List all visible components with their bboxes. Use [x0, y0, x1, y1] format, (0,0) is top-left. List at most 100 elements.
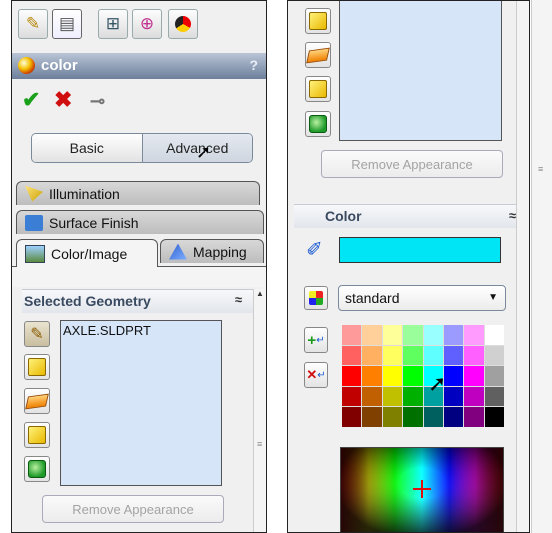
collapse-chevron-icon[interactable]: ≈: [509, 208, 516, 223]
swatch[interactable]: [382, 407, 403, 427]
collapse-chevron-icon[interactable]: ≈: [235, 292, 242, 307]
swatch[interactable]: [382, 386, 403, 407]
pushpin-icon[interactable]: ⊸: [90, 91, 105, 112]
add-swatch-icon[interactable]: + ↵: [304, 327, 328, 353]
help-icon[interactable]: ?: [249, 57, 258, 73]
palette-icon[interactable]: [304, 286, 328, 310]
scroll-grip-icon[interactable]: ≡: [538, 164, 543, 174]
selected-geometry-list[interactable]: AXLE.SLDPRT: [60, 320, 222, 486]
color-group-title: Color: [325, 208, 362, 224]
swatch[interactable]: [362, 325, 382, 345]
tab-illumination[interactable]: Illumination: [16, 181, 260, 205]
tab-color-image-label: Color/Image: [51, 245, 128, 262]
select-body-icon[interactable]: [24, 354, 50, 380]
swatch[interactable]: [403, 345, 423, 366]
basic-button[interactable]: Basic: [32, 134, 142, 162]
swatch[interactable]: [342, 407, 362, 427]
list-item[interactable]: AXLE.SLDPRT: [63, 323, 151, 338]
crosshair-icon[interactable]: [413, 480, 431, 498]
swatch[interactable]: [342, 386, 362, 407]
selected-geometry-header[interactable]: Selected Geometry ≈: [22, 289, 260, 313]
swatch[interactable]: [443, 407, 464, 427]
tab-content-area: [12, 266, 266, 287]
window-scrollbar[interactable]: ≡: [531, 0, 552, 533]
scroll-up-icon[interactable]: ▲: [256, 289, 264, 298]
x-icon[interactable]: ✖: [54, 87, 72, 113]
swatch[interactable]: [464, 407, 484, 427]
palette-select-value: standard: [345, 290, 400, 306]
mapping-icon: [169, 243, 187, 260]
display-manager-icon[interactable]: [168, 9, 198, 39]
property-manager-icon[interactable]: ▤: [52, 9, 82, 39]
select-component-icon[interactable]: [24, 456, 50, 482]
tab-color-image[interactable]: Color/Image: [16, 239, 158, 267]
swatch[interactable]: [443, 386, 464, 407]
select-face-icon[interactable]: [305, 42, 331, 68]
color-spectrum-picker[interactable]: [340, 447, 504, 532]
swatch[interactable]: [403, 366, 423, 386]
swatch[interactable]: [484, 366, 504, 386]
selected-geometry-list-continued[interactable]: [339, 1, 502, 141]
swatch[interactable]: [342, 325, 362, 345]
current-color-swatch[interactable]: [339, 237, 501, 263]
swatch[interactable]: [464, 325, 484, 345]
feature-manager-icon[interactable]: ✎: [18, 9, 48, 39]
swatch[interactable]: [362, 407, 382, 427]
swatch[interactable]: [403, 386, 423, 407]
right-panel-scrollbar[interactable]: [516, 1, 529, 532]
select-body-icon[interactable]: [305, 8, 331, 34]
swatch[interactable]: [464, 366, 484, 386]
swatch[interactable]: [342, 366, 362, 386]
remove-swatch-icon[interactable]: ✕ ↵: [304, 362, 328, 388]
swatch[interactable]: [423, 407, 443, 427]
swatch[interactable]: [403, 325, 423, 345]
swatch[interactable]: [484, 345, 504, 366]
eyedropper-icon[interactable]: ✐: [306, 237, 323, 262]
tab-illumination-label: Illumination: [49, 185, 120, 202]
select-component-icon[interactable]: [305, 111, 331, 137]
tab-surface-finish-label: Surface Finish: [49, 214, 139, 231]
swatch[interactable]: [423, 345, 443, 366]
dimxpert-manager-icon[interactable]: ⊕: [132, 9, 162, 39]
configuration-manager-icon[interactable]: ⊞: [98, 9, 128, 39]
swatch[interactable]: [484, 386, 504, 407]
swatch[interactable]: [443, 345, 464, 366]
select-feature-icon[interactable]: [305, 76, 331, 102]
select-part-icon[interactable]: ✎: [24, 321, 50, 347]
check-icon[interactable]: ✔: [22, 87, 40, 113]
tab-surface-finish[interactable]: Surface Finish: [16, 210, 264, 234]
panel-title-bar: color ?: [12, 53, 266, 79]
remove-appearance-button[interactable]: Remove Appearance: [42, 495, 224, 523]
select-face-icon[interactable]: [24, 388, 50, 414]
swatch[interactable]: [382, 345, 403, 366]
swatch[interactable]: [484, 325, 504, 345]
select-feature-icon[interactable]: [24, 422, 50, 448]
swatch[interactable]: [423, 325, 443, 345]
swatch[interactable]: [362, 345, 382, 366]
swatch[interactable]: [342, 345, 362, 366]
appearance-panel-continued: Remove Appearance Color ≈ ✐ standard ▼ +…: [287, 0, 530, 533]
swatch[interactable]: [464, 386, 484, 407]
left-panel-scrollbar[interactable]: ▲ ≡: [253, 289, 266, 532]
color-group-header[interactable]: Color ≈: [294, 204, 524, 228]
appearance-icon: [18, 57, 35, 74]
swatch[interactable]: [362, 386, 382, 407]
swatch[interactable]: [484, 407, 504, 427]
tab-mapping[interactable]: Mapping: [160, 239, 264, 263]
swatch[interactable]: [464, 345, 484, 366]
swatch[interactable]: [443, 325, 464, 345]
illumination-icon: [25, 185, 43, 202]
swatch[interactable]: [443, 366, 464, 386]
swatch[interactable]: [403, 407, 423, 427]
remove-appearance-button[interactable]: Remove Appearance: [321, 150, 503, 178]
tab-mapping-label: Mapping: [193, 243, 247, 260]
scroll-grip-icon[interactable]: ≡: [257, 439, 262, 449]
palette-select[interactable]: standard ▼: [338, 285, 506, 311]
surface-finish-icon: [25, 214, 43, 231]
swatch[interactable]: [382, 366, 403, 386]
swatch[interactable]: [362, 366, 382, 386]
cursor-icon: ➚: [428, 371, 447, 396]
dropdown-arrow-icon[interactable]: ▼: [488, 292, 498, 303]
swatch[interactable]: [382, 325, 403, 345]
color-palette-grid[interactable]: [342, 325, 504, 427]
